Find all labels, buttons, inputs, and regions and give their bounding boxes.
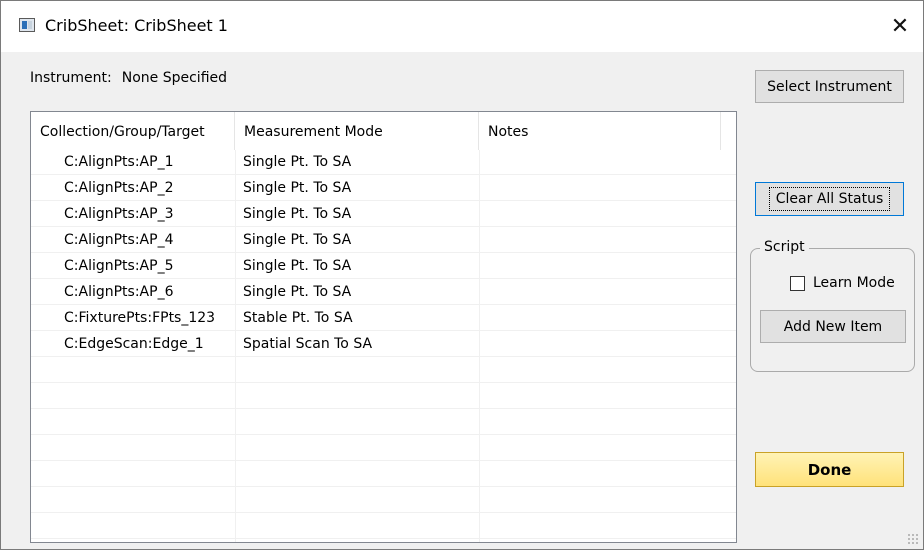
- column-divider: [479, 150, 480, 542]
- table-row[interactable]: C:AlignPts:AP_5 Single Pt. To SA: [31, 254, 736, 279]
- cell-target: C:AlignPts:AP_4: [64, 232, 174, 248]
- empty-table-row[interactable]: [31, 462, 736, 487]
- cell-target: C:AlignPts:AP_6: [64, 284, 174, 300]
- cell-notes[interactable]: [487, 228, 721, 253]
- script-group-label: Script: [760, 239, 809, 255]
- instrument-status: Instrument: None Specified: [30, 70, 227, 86]
- cell-notes[interactable]: [487, 280, 721, 305]
- add-new-item-button[interactable]: Add New Item: [760, 310, 906, 343]
- instrument-label: Instrument:: [30, 70, 112, 86]
- cell-target: C:AlignPts:AP_1: [64, 154, 174, 170]
- empty-table-row[interactable]: [31, 384, 736, 409]
- table-row[interactable]: C:AlignPts:AP_1 Single Pt. To SA: [31, 150, 736, 175]
- cribsheet-table[interactable]: Collection/Group/Target Measurement Mode…: [30, 111, 737, 543]
- app-window-icon: [19, 18, 35, 32]
- table-header: Collection/Group/Target Measurement Mode…: [31, 112, 736, 150]
- cell-notes[interactable]: [487, 306, 721, 331]
- cell-target: C:AlignPts:AP_3: [64, 206, 174, 222]
- done-button[interactable]: Done: [755, 452, 904, 487]
- empty-table-row[interactable]: [31, 488, 736, 513]
- cell-measurement-mode: Stable Pt. To SA: [243, 310, 353, 326]
- cell-measurement-mode: Spatial Scan To SA: [243, 336, 373, 352]
- clear-all-status-button[interactable]: Clear All Status: [755, 182, 904, 216]
- cell-measurement-mode: Single Pt. To SA: [243, 180, 352, 196]
- column-header-notes[interactable]: Notes: [479, 112, 721, 150]
- table-row[interactable]: C:EdgeScan:Edge_1 Spatial Scan To SA: [31, 332, 736, 357]
- table-row[interactable]: C:AlignPts:AP_6 Single Pt. To SA: [31, 280, 736, 305]
- column-divider: [235, 150, 236, 542]
- close-icon[interactable]: ✕: [877, 1, 923, 52]
- cell-notes[interactable]: [487, 332, 721, 357]
- cell-measurement-mode: Single Pt. To SA: [243, 154, 352, 170]
- empty-table-row[interactable]: [31, 410, 736, 435]
- empty-table-row[interactable]: [31, 436, 736, 461]
- cell-notes[interactable]: [487, 202, 721, 227]
- clear-all-status-label: Clear All Status: [768, 187, 891, 211]
- learn-mode-checkbox[interactable]: [790, 276, 805, 291]
- table-row[interactable]: C:AlignPts:AP_2 Single Pt. To SA: [31, 176, 736, 201]
- cribsheet-window: CribSheet: CribSheet 1 ✕ Instrument: None…: [0, 0, 924, 550]
- empty-table-row[interactable]: [31, 514, 736, 539]
- resize-grip-icon[interactable]: [907, 533, 919, 545]
- table-row[interactable]: C:FixturePts:FPts_123 Stable Pt. To SA: [31, 306, 736, 331]
- column-header-mode[interactable]: Measurement Mode: [235, 112, 479, 150]
- cell-measurement-mode: Single Pt. To SA: [243, 284, 352, 300]
- cell-measurement-mode: Single Pt. To SA: [243, 258, 352, 274]
- cell-target: C:AlignPts:AP_5: [64, 258, 174, 274]
- table-row[interactable]: C:AlignPts:AP_4 Single Pt. To SA: [31, 228, 736, 253]
- learn-mode-label[interactable]: Learn Mode: [813, 275, 895, 291]
- table-row[interactable]: C:AlignPts:AP_3 Single Pt. To SA: [31, 202, 736, 227]
- column-header-target[interactable]: Collection/Group/Target: [31, 112, 235, 150]
- cell-target: C:EdgeScan:Edge_1: [64, 336, 204, 352]
- cell-notes[interactable]: [487, 254, 721, 279]
- cell-measurement-mode: Single Pt. To SA: [243, 206, 352, 222]
- cell-notes[interactable]: [487, 176, 721, 201]
- empty-table-row[interactable]: [31, 358, 736, 383]
- select-instrument-button[interactable]: Select Instrument: [755, 70, 904, 103]
- cell-target: C:FixturePts:FPts_123: [64, 310, 216, 326]
- title-bar[interactable]: CribSheet: CribSheet 1 ✕: [1, 1, 923, 52]
- window-title: CribSheet: CribSheet 1: [45, 16, 228, 35]
- cell-target: C:AlignPts:AP_2: [64, 180, 174, 196]
- instrument-value: None Specified: [121, 70, 228, 86]
- cell-measurement-mode: Single Pt. To SA: [243, 232, 352, 248]
- cell-notes[interactable]: [487, 150, 721, 175]
